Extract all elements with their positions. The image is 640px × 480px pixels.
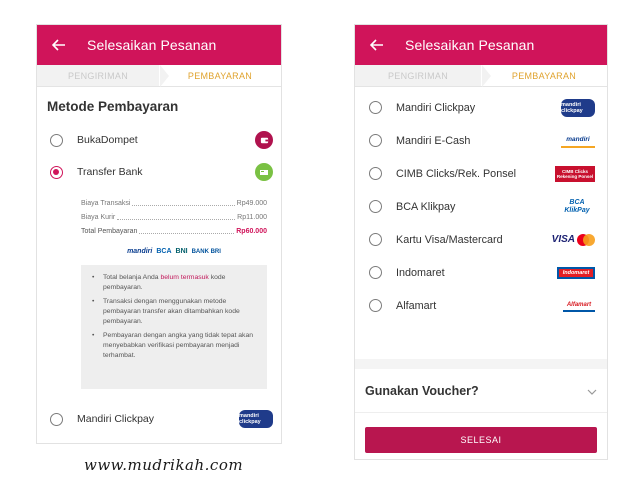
radio-button[interactable] <box>369 200 382 213</box>
chevron-down-icon[interactable] <box>587 382 597 400</box>
voucher-label: Gunakan Voucher? <box>365 383 479 398</box>
bni-logo: BNI <box>175 248 188 255</box>
mandiri-logo: mandiri <box>127 248 153 255</box>
option-label: BCA Klikpay <box>396 200 456 213</box>
page-title: Selesaikan Pesanan <box>87 37 217 53</box>
option-label: Transfer Bank <box>77 166 143 178</box>
payment-option-list: Mandiri Clickpay mandiri clickpay Mandir… <box>355 87 607 322</box>
fee-value: Rp49.000 <box>236 199 267 207</box>
payment-option-mandiri-clickpay[interactable]: Mandiri Clickpay mandiri clickpay <box>37 403 281 435</box>
fee-label: Total Pembayaran <box>81 227 138 235</box>
fee-value-total: Rp60.000 <box>236 227 267 235</box>
note-item: Pembayaran dengan angka yang tidak tepat… <box>89 331 257 361</box>
app-bar: Selesaikan Pesanan <box>37 25 281 65</box>
step-pengiriman[interactable]: PENGIRIMAN <box>37 65 159 86</box>
mastercard-logo <box>577 233 595 246</box>
voucher-row[interactable]: Gunakan Voucher? <box>355 369 607 413</box>
radio-button[interactable] <box>369 233 382 246</box>
radio-button[interactable] <box>50 412 63 426</box>
card-logos: VISA <box>551 233 595 246</box>
bank-transfer-icon <box>255 163 273 181</box>
payment-option-transfer-bank[interactable]: Transfer Bank <box>37 156 281 188</box>
fee-row: Biaya Transaksi Rp49.000 <box>81 196 267 210</box>
payment-option-bukadompet[interactable]: BukaDompet <box>37 124 281 156</box>
option-label: CIMB Clicks/Rek. Ponsel <box>396 167 516 180</box>
payment-option-mandiri-ecash[interactable]: Mandiri E-Cash mandiri <box>355 124 607 157</box>
fee-summary: Biaya Transaksi Rp49.000 Biaya Kurir Rp1… <box>37 188 281 242</box>
section-title: Metode Pembayaran <box>47 99 179 114</box>
option-label: Kartu Visa/Mastercard <box>396 233 503 246</box>
fee-row-total: Total Pembayaran Rp60.000 <box>81 224 267 238</box>
step-pengiriman[interactable]: PENGIRIMAN <box>355 65 481 86</box>
fee-label: Biaya Kurir <box>81 213 116 221</box>
option-label: Mandiri Clickpay <box>396 101 476 114</box>
fee-value: Rp11.000 <box>237 213 267 221</box>
payment-option-alfamart[interactable]: Alfamart Alfamart <box>355 289 607 322</box>
step-pembayaran[interactable]: PEMBAYARAN <box>159 65 281 86</box>
fee-row: Biaya Kurir Rp11.000 <box>81 210 267 224</box>
mandiri-clickpay-logo: mandiri clickpay <box>239 410 273 428</box>
payment-option-visa-mastercard[interactable]: Kartu Visa/Mastercard VISA <box>355 223 607 256</box>
option-label: Mandiri Clickpay <box>77 413 155 425</box>
alfamart-logo: Alfamart <box>563 300 595 312</box>
radio-button[interactable] <box>369 167 382 180</box>
back-arrow-icon[interactable] <box>49 35 69 55</box>
payment-option-indomaret[interactable]: Indomaret Indomaret <box>355 256 607 289</box>
visa-logo: VISA <box>551 234 575 245</box>
checkout-steps: PENGIRIMAN PEMBAYARAN <box>37 65 281 87</box>
option-label: Indomaret <box>396 266 445 279</box>
step-chevron <box>160 65 169 87</box>
mandiri-logo: mandiri <box>561 134 595 148</box>
bri-logo: BANK BRI <box>191 248 221 255</box>
back-arrow-icon[interactable] <box>367 35 387 55</box>
payment-option-mandiri-clickpay[interactable]: Mandiri Clickpay mandiri clickpay <box>355 91 607 124</box>
option-label: Mandiri E-Cash <box>396 134 471 147</box>
cimb-clicks-logo: CIMB Clicks Rekening Ponsel <box>555 165 595 182</box>
wallet-icon <box>255 131 273 149</box>
radio-button[interactable] <box>369 101 382 114</box>
step-pembayaran[interactable]: PEMBAYARAN <box>481 65 607 86</box>
payment-option-bca-klikpay[interactable]: BCA Klikpay BCA KlikPay <box>355 190 607 223</box>
note-item: Total belanja Anda belum termasuk kode p… <box>89 273 257 293</box>
payment-option-cimb-clicks[interactable]: CIMB Clicks/Rek. Ponsel CIMB Clicks Reke… <box>355 157 607 190</box>
step-chevron <box>482 65 491 87</box>
bca-klikpay-logo: BCA KlikPay <box>564 198 590 214</box>
radio-button[interactable] <box>369 299 382 312</box>
checkout-steps: PENGIRIMAN PEMBAYARAN <box>355 65 607 87</box>
bank-logos: mandiri BCA BNI BANK BRI <box>37 242 281 263</box>
screenshot-canvas: Selesaikan Pesanan PENGIRIMAN PEMBAYARAN… <box>0 0 640 480</box>
bca-logo: BCA <box>156 248 172 255</box>
indomaret-logo: Indomaret <box>557 266 595 279</box>
option-label: Alfamart <box>396 299 437 312</box>
watermark: www.mudrikah.com <box>84 456 244 474</box>
app-bar: Selesaikan Pesanan <box>355 25 607 65</box>
fee-label: Biaya Transaksi <box>81 199 131 207</box>
radio-button[interactable] <box>369 266 382 279</box>
note-item: Transaksi dengan menggunakan metode pemb… <box>89 297 257 327</box>
right-screen: Selesaikan Pesanan PENGIRIMAN PEMBAYARAN… <box>354 24 608 460</box>
left-screen: Selesaikan Pesanan PENGIRIMAN PEMBAYARAN… <box>36 24 282 444</box>
radio-button[interactable] <box>369 134 382 147</box>
mandiri-clickpay-logo: mandiri clickpay <box>561 98 595 117</box>
section-divider <box>355 359 607 369</box>
option-label: BukaDompet <box>77 134 138 146</box>
page-title: Selesaikan Pesanan <box>405 37 535 53</box>
radio-button[interactable] <box>50 133 63 147</box>
submit-button[interactable]: SELESAI <box>365 427 597 453</box>
radio-button-selected[interactable] <box>50 165 63 179</box>
payment-notes: Total belanja Anda belum termasuk kode p… <box>81 265 267 389</box>
